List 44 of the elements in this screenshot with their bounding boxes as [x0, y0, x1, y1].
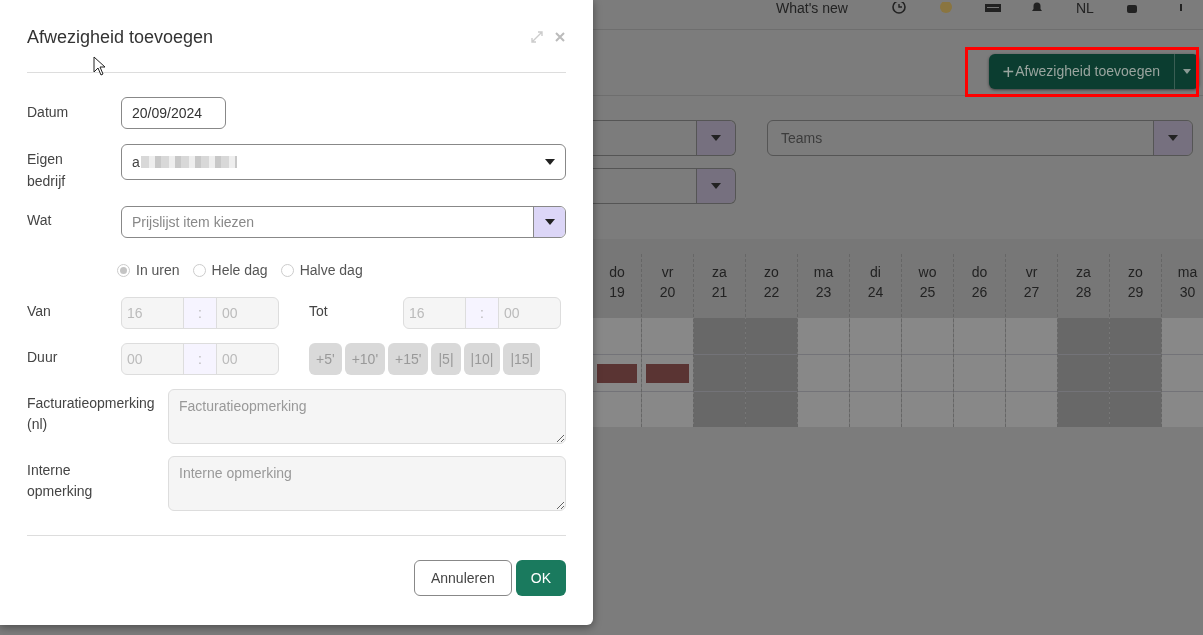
- increment-button[interactable]: |5|: [431, 343, 461, 375]
- increment-button[interactable]: |10|: [463, 343, 501, 375]
- caret-icon: [1153, 121, 1192, 155]
- ok-button[interactable]: OK: [515, 560, 566, 596]
- mouse-cursor-icon: [93, 56, 106, 76]
- field-label: Wat: [27, 211, 53, 230]
- field-label: Tot: [309, 302, 329, 321]
- increment-button[interactable]: +10': [344, 343, 386, 375]
- radio-option[interactable]: In uren: [117, 260, 180, 281]
- company-select[interactable]: a: [121, 144, 566, 180]
- caret-icon: [533, 207, 565, 237]
- field-label: Datum: [27, 103, 70, 122]
- field-label: Eigen bedrijf: [27, 150, 67, 191]
- field-label: Van: [27, 302, 52, 321]
- bell-icon[interactable]: [1030, 2, 1044, 14]
- comment-field[interactable]: Facturatieopmerking: [168, 389, 566, 444]
- radio-option[interactable]: Halve dag: [280, 260, 363, 281]
- time-field[interactable]: 16 : 00: [403, 297, 561, 329]
- whats-new-link[interactable]: What's new: [776, 0, 848, 16]
- teams-select[interactable]: Teams: [767, 120, 1193, 156]
- caret-icon: [1183, 69, 1191, 74]
- field-label: Duur: [27, 348, 59, 367]
- filter-select[interactable]: [593, 168, 736, 204]
- item-select[interactable]: Prijslijst item kiezen: [121, 206, 566, 238]
- increment-button[interactable]: |15|: [503, 343, 541, 375]
- filter-select[interactable]: [593, 120, 736, 156]
- close-icon[interactable]: [555, 32, 565, 42]
- caret-icon: [696, 121, 735, 155]
- field-label: Facturatieopmerking (nl): [27, 394, 156, 434]
- dialog-title: Afwezigheid toevoegen: [27, 25, 214, 49]
- increment-button[interactable]: +15': [388, 343, 429, 375]
- radio-option[interactable]: Hele dag: [192, 260, 268, 281]
- time-field[interactable]: 16 : 00: [121, 297, 279, 329]
- date-field[interactable]: 20/09/2024: [121, 97, 226, 129]
- caret-icon: [545, 159, 555, 165]
- time-field[interactable]: 00 : 00: [121, 343, 279, 375]
- cancel-button[interactable]: Annuleren: [413, 560, 512, 596]
- keyboard-icon[interactable]: [984, 2, 1002, 14]
- language-menu[interactable]: NL: [1076, 0, 1094, 16]
- increment-button[interactable]: +5': [309, 343, 342, 375]
- caret-icon: [696, 169, 735, 203]
- clock-icon[interactable]: [892, 2, 906, 14]
- field-label: Interne opmerking: [27, 461, 94, 501]
- comment-field[interactable]: Interne opmerking: [168, 456, 566, 511]
